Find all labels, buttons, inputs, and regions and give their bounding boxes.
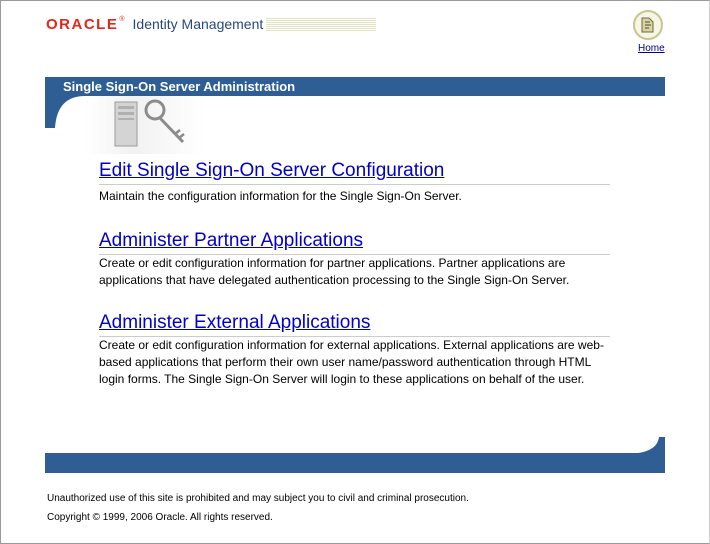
footer-copyright: Copyright © 1999, 2006 Oracle. All right… — [47, 512, 273, 523]
server-key-icon — [85, 96, 205, 154]
section-divider — [99, 184, 610, 185]
administer-partner-apps-description: Create or edit configuration information… — [99, 256, 570, 287]
page-title: Single Sign-On Server Administration — [63, 79, 296, 94]
oracle-wordmark: ORACLE — [46, 15, 119, 33]
banner-curve — [45, 96, 85, 128]
administer-external-apps-link[interactable]: Administer External Applications — [99, 312, 370, 334]
footer-warning: Unauthorized use of this site is prohibi… — [47, 493, 469, 504]
registered-mark: ® — [119, 15, 125, 23]
home-link[interactable]: Home — [638, 43, 665, 54]
product-name: Identity Management — [132, 16, 264, 32]
administer-partner-apps-link[interactable]: Administer Partner Applications — [99, 230, 363, 252]
bottom-bar — [45, 453, 665, 473]
bottom-bar-curve — [625, 437, 665, 454]
administer-external-apps-description: Create or edit configuration information… — [99, 338, 604, 386]
home-globe-icon[interactable] — [633, 10, 663, 40]
edit-sso-config-link[interactable]: Edit Single Sign-On Server Configuration — [99, 160, 444, 182]
logo-stripes — [266, 17, 377, 31]
oracle-identity-management-logo: ORACLE ® Identity Management — [46, 14, 377, 34]
edit-sso-config-description: Maintain the configuration information f… — [99, 189, 462, 203]
